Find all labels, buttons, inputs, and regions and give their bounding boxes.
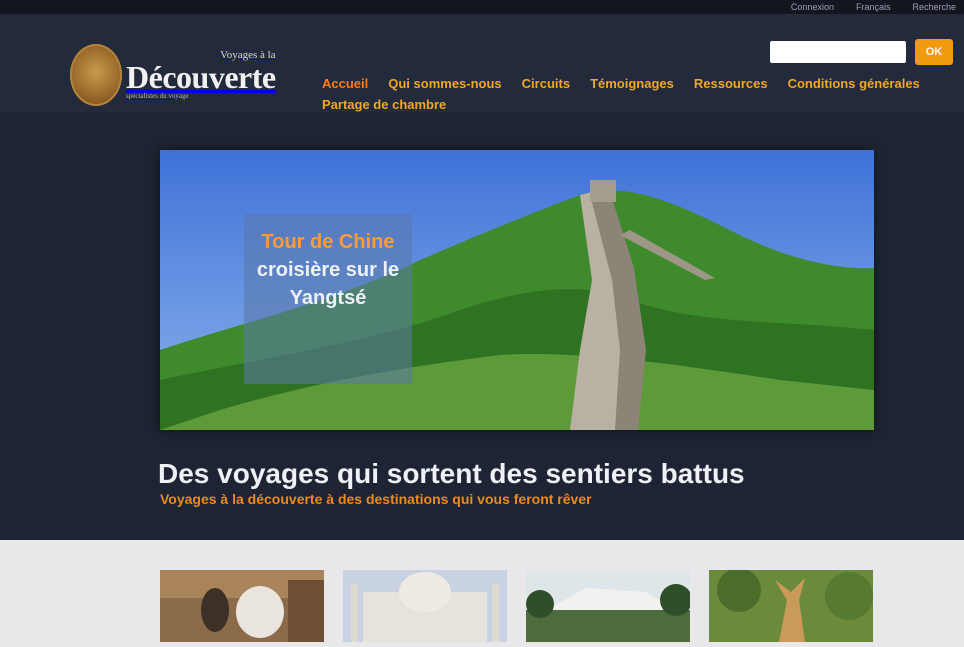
destination-image-3 [526,570,690,642]
top-link-language[interactable]: Français [856,0,891,14]
nav-item-circuits[interactable]: Circuits [522,74,570,93]
logo-emblem-icon [70,44,122,106]
destination-thumb-2[interactable] [343,570,507,642]
hero-caption-title: Tour de Chine [261,231,395,253]
destination-image-1 [160,570,324,642]
top-links: Connexion Français Recherche [791,0,956,14]
nav-item-temoignages[interactable]: Témoignages [590,74,674,93]
search-input[interactable] [770,41,906,63]
top-link-search[interactable]: Recherche [912,0,956,14]
top-link-login[interactable]: Connexion [791,0,834,14]
hero-banner[interactable]: Tour de Chine croisière sur le Yangtsé [160,150,874,430]
search-button[interactable]: OK [915,39,953,65]
featured-destinations [0,540,964,647]
nav-item-conditions[interactable]: Conditions générales [788,74,920,93]
hero-caption-text: croisière sur le Yangtsé [256,259,400,309]
destination-thumb-3[interactable] [526,570,690,642]
site-header: Voyages à la Découverte spécialistes du … [0,14,964,112]
destination-image-2 [343,570,507,642]
destination-thumb-4[interactable] [709,570,873,642]
nav-item-accueil[interactable]: Accueil [322,74,368,93]
logo-subline: spécialistes du voyage [126,92,189,100]
logo-text: Voyages à la Découverte spécialistes du … [126,50,276,100]
destination-image-4 [709,570,873,642]
destination-thumb-1[interactable] [160,570,324,642]
top-bar: Connexion Français Recherche [0,0,964,14]
nav-item-qui-sommes-nous[interactable]: Qui sommes-nous [388,74,501,93]
site-logo[interactable]: Voyages à la Découverte spécialistes du … [70,44,276,106]
main-nav: Accueil Qui sommes-nous Circuits Témoign… [322,74,952,114]
hero-caption: Tour de Chine croisière sur le Yangtsé [244,214,412,384]
nav-item-partage-chambre[interactable]: Partage de chambre [322,95,446,114]
nav-item-ressources[interactable]: Ressources [694,74,768,93]
page-headline: Des voyages qui sortent des sentiers bat… [158,458,745,489]
logo-name: Découverte [126,59,276,95]
page-subheadline: Voyages à la découverte à des destinatio… [160,491,592,507]
